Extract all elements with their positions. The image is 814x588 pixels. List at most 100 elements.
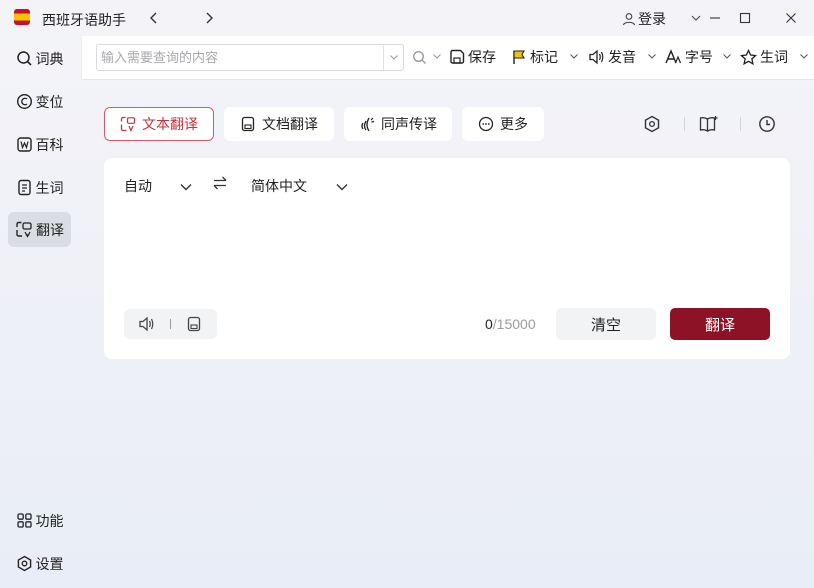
source-language-select[interactable]: 自动 <box>124 176 152 196</box>
chevron-down-icon <box>691 15 701 21</box>
clear-button[interactable]: 清空 <box>556 308 656 340</box>
target-language-dropdown[interactable] <box>336 178 348 194</box>
sidebar-item-label: 百科 <box>35 136 64 153</box>
search-options-dropdown[interactable] <box>432 51 442 61</box>
app-logo-icon <box>14 9 30 25</box>
live-interpret-icon <box>361 117 375 132</box>
character-counter: 0/15000 <box>485 316 536 332</box>
toolbar-divider <box>740 117 741 131</box>
character-limit: /15000 <box>492 316 536 332</box>
sidebar-item-conjugation[interactable]: 变位 <box>8 84 71 119</box>
tab-label: 文档翻译 <box>262 116 318 132</box>
settings-icon <box>644 115 660 133</box>
search-box <box>96 44 404 71</box>
user-icon <box>622 13 636 26</box>
font-size-label: 字号 <box>685 49 713 65</box>
save-button[interactable]: 保存 <box>449 47 496 67</box>
toolbar-divider <box>684 117 685 131</box>
sidebar-item-translate[interactable]: 翻译 <box>8 212 71 247</box>
pronounce-dropdown[interactable] <box>647 51 657 61</box>
tab-label: 文本翻译 <box>142 116 198 132</box>
chevron-left-icon <box>150 12 157 24</box>
vocab-button[interactable]: 生词 <box>740 47 788 67</box>
character-count: 0 <box>485 316 493 332</box>
chevron-down-icon <box>336 184 348 191</box>
sidebar-item-dictionary[interactable]: 词典 <box>8 41 71 76</box>
more-icon <box>478 116 494 132</box>
save-icon <box>450 49 465 64</box>
speaker-icon <box>589 49 604 65</box>
tab-live-interpret[interactable]: 同声传译 <box>344 107 452 141</box>
font-size-button[interactable]: 字号 <box>665 47 713 67</box>
chevron-down-icon <box>570 53 578 59</box>
pronounce-button[interactable]: 发音 <box>588 47 636 67</box>
minimize-icon <box>710 17 720 19</box>
target-language-select[interactable]: 简体中文 <box>251 176 307 196</box>
sidebar-item-settings[interactable]: 设置 <box>8 546 71 581</box>
mark-label: 标记 <box>530 49 558 65</box>
read-aloud-button[interactable] <box>138 315 156 333</box>
close-button[interactable] <box>779 6 803 30</box>
grid-icon <box>16 513 32 528</box>
search-icon <box>413 50 426 64</box>
text-translate-icon <box>120 116 136 132</box>
speaker-icon <box>139 316 154 332</box>
swap-icon <box>213 176 227 190</box>
font-size-icon <box>665 49 682 64</box>
chevron-down-icon <box>389 55 398 60</box>
mark-button[interactable]: 标记 <box>511 47 558 67</box>
tab-document-translate[interactable]: 文档翻译 <box>224 107 334 141</box>
chevron-right-icon <box>206 12 213 24</box>
settings-icon <box>17 555 31 572</box>
minimize-button[interactable] <box>703 6 727 30</box>
mark-dropdown[interactable] <box>569 51 579 61</box>
login-label: 登录 <box>638 11 666 27</box>
source-language-dropdown[interactable] <box>180 178 192 194</box>
tools-divider <box>170 319 171 329</box>
input-tools <box>124 309 217 339</box>
search-history-dropdown[interactable] <box>383 45 403 70</box>
glossary-button[interactable] <box>698 113 720 135</box>
translate-button[interactable]: 翻译 <box>670 308 770 340</box>
vocab-notebook-icon <box>17 179 31 196</box>
star-icon <box>740 48 757 65</box>
back-button[interactable] <box>144 8 164 28</box>
sidebar-item-label: 翻译 <box>36 221 64 238</box>
app-title: 西班牙语助手 <box>42 12 126 28</box>
save-text-button[interactable] <box>185 315 203 333</box>
document-icon <box>241 116 255 132</box>
login-button[interactable]: 登录 <box>622 9 666 29</box>
vocab-dropdown[interactable] <box>799 51 809 61</box>
save-label: 保存 <box>468 49 496 65</box>
sidebar-item-wiki[interactable]: 百科 <box>8 127 71 162</box>
swap-languages-button[interactable] <box>212 176 228 193</box>
translation-card: 自动 简体中文 0/15000 清空 翻译 <box>104 158 790 359</box>
translate-icon <box>16 221 32 238</box>
search-input[interactable] <box>101 48 381 67</box>
maximize-button[interactable] <box>733 6 757 30</box>
forward-button[interactable] <box>199 8 219 28</box>
sidebar-item-vocab[interactable]: 生词 <box>8 170 71 205</box>
translate-settings-button[interactable] <box>641 113 663 135</box>
tab-label: 同声传译 <box>381 116 437 132</box>
chevron-down-icon <box>723 53 731 59</box>
sidebar-item-label: 设置 <box>35 555 64 572</box>
conjugation-icon <box>16 93 32 110</box>
source-text-input[interactable] <box>124 206 770 298</box>
history-button[interactable] <box>756 113 778 135</box>
sidebar-item-label: 变位 <box>35 93 64 110</box>
wiki-icon <box>16 137 32 152</box>
sidebar-item-label: 功能 <box>35 512 64 529</box>
chevron-down-icon <box>180 184 192 191</box>
font-size-dropdown[interactable] <box>722 51 732 61</box>
close-icon <box>786 13 796 23</box>
maximize-icon <box>739 12 751 24</box>
tab-more[interactable]: 更多 <box>462 107 544 141</box>
tab-label: 更多 <box>500 116 528 132</box>
tab-text-translate[interactable]: 文本翻译 <box>104 107 214 141</box>
clock-icon <box>759 116 775 132</box>
search-button[interactable] <box>412 47 427 67</box>
flag-icon <box>513 50 525 64</box>
pronounce-label: 发音 <box>608 49 636 65</box>
sidebar-item-features[interactable]: 功能 <box>8 503 71 538</box>
